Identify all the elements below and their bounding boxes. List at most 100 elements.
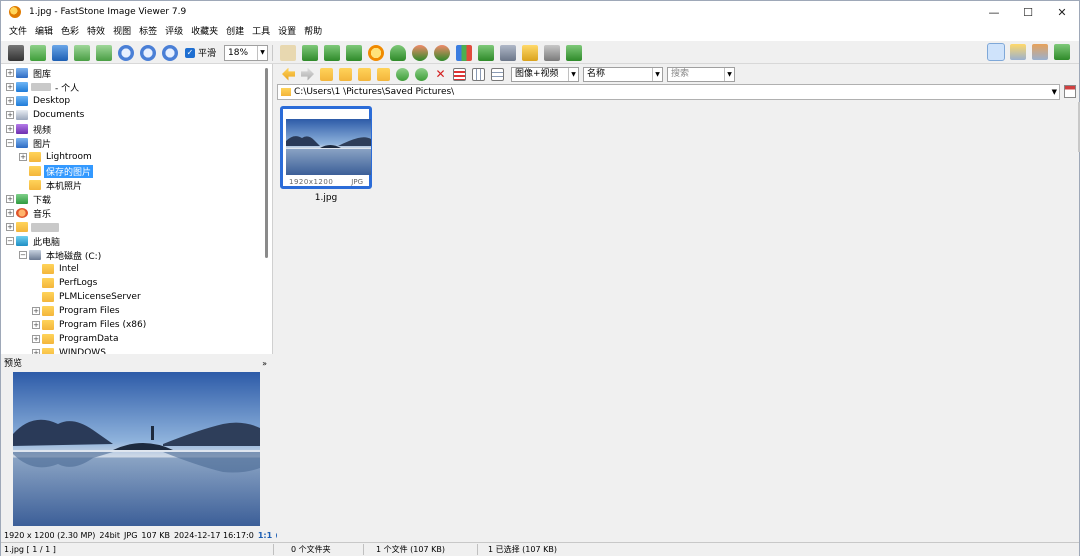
close-button[interactable]: ✕ <box>1045 1 1079 23</box>
expand-toggle-icon[interactable]: + <box>32 321 40 329</box>
rotate-right-icon[interactable] <box>434 44 451 61</box>
menu-help[interactable]: 帮助 <box>300 23 326 41</box>
tree-item[interactable]: PerfLogs <box>32 276 99 290</box>
new-folder-icon[interactable] <box>358 67 371 81</box>
collapse-toggle-icon[interactable]: − <box>6 237 14 245</box>
zoom-in-icon[interactable] <box>118 44 134 61</box>
up-folder-icon[interactable] <box>320 67 333 81</box>
red-eye-icon[interactable] <box>390 44 407 61</box>
menu-color[interactable]: 色彩 <box>57 23 83 41</box>
tree-item[interactable]: + 下载 <box>6 192 53 206</box>
canvas-icon[interactable] <box>346 44 363 61</box>
prev-image-icon[interactable] <box>74 44 90 61</box>
expand-toggle-icon[interactable]: + <box>32 307 40 315</box>
menu-tags[interactable]: 标签 <box>135 23 161 41</box>
expand-toggle-icon[interactable]: + <box>6 195 14 203</box>
smooth-checkbox[interactable]: ✓ <box>185 47 195 58</box>
rotate-left-icon[interactable] <box>412 44 429 61</box>
forward-icon[interactable] <box>301 67 314 81</box>
save-icon[interactable] <box>52 44 68 61</box>
draw-icon[interactable] <box>500 44 517 61</box>
single-view-icon[interactable] <box>1032 44 1048 60</box>
tree-item[interactable]: − 图片 <box>6 136 53 150</box>
actual-size-icon[interactable] <box>162 44 178 61</box>
chevron-down-icon[interactable]: ▼ <box>1052 85 1057 99</box>
tree-item[interactable]: PLMLicenseServer <box>32 290 143 304</box>
expand-toggle-icon[interactable]: + <box>6 97 14 105</box>
collapse-icon[interactable]: » <box>262 357 267 371</box>
collapse-toggle-icon[interactable]: − <box>19 251 27 259</box>
sort-select[interactable]: 名称 ▼ <box>583 66 663 82</box>
detail-view-icon[interactable] <box>1010 44 1026 60</box>
thumbnails-icon[interactable] <box>453 67 466 81</box>
tree-item[interactable]: + Documents <box>6 108 86 122</box>
tree-item[interactable]: + 图库 <box>6 66 53 80</box>
tree-item[interactable]: + <box>6 220 59 234</box>
expand-toggle-icon[interactable]: + <box>19 153 27 161</box>
tree-item[interactable]: + 音乐 <box>6 206 53 220</box>
refresh-icon[interactable] <box>396 67 409 81</box>
expand-toggle-icon[interactable]: + <box>6 125 14 133</box>
favorite-folder-icon[interactable] <box>377 67 390 81</box>
tree-item[interactable]: + - 个人 <box>6 80 81 94</box>
path-bar[interactable]: C:\Users\1 \Pictures\Saved Pictures\ ▼ <box>277 84 1060 100</box>
hand-tool-icon[interactable] <box>280 44 297 61</box>
folder-icon[interactable] <box>339 67 352 81</box>
tree-item[interactable]: − 此电脑 <box>6 234 62 248</box>
calendar-icon[interactable] <box>1064 85 1076 98</box>
menu-effects[interactable]: 特效 <box>83 23 109 41</box>
tree-item[interactable]: Intel <box>32 262 81 276</box>
menu-view[interactable]: 视图 <box>109 23 135 41</box>
collapse-toggle-icon[interactable]: − <box>6 139 14 147</box>
maximize-button[interactable]: ☐ <box>1011 1 1045 23</box>
tree-item[interactable]: 本机照片 <box>19 178 84 192</box>
fullscreen-icon[interactable] <box>1054 44 1070 60</box>
grid-icon[interactable] <box>472 67 485 81</box>
expand-toggle-icon[interactable]: + <box>32 335 40 343</box>
tree-item[interactable]: + Lightroom <box>19 150 94 164</box>
camera-icon[interactable] <box>8 44 24 61</box>
tree-item[interactable]: + WINDOWS <box>32 346 108 354</box>
thumbnail-filename[interactable]: 1.jpg <box>280 193 372 203</box>
slideshow-icon[interactable] <box>478 44 495 61</box>
open-folder-icon[interactable] <box>30 44 46 61</box>
next-image-icon[interactable] <box>96 44 112 61</box>
search-input[interactable]: 搜索 ▼ <box>667 66 735 82</box>
email-icon[interactable] <box>522 44 539 61</box>
filter-select[interactable]: 图像+视频 ▼ <box>511 66 579 82</box>
resize-icon[interactable] <box>324 44 341 61</box>
tree-item[interactable]: + ProgramData <box>32 332 120 346</box>
checkmark-icon[interactable] <box>566 44 583 61</box>
zoom-select[interactable]: 18% ▼ <box>224 44 269 61</box>
print-icon[interactable] <box>544 44 561 61</box>
color-adjust-icon[interactable] <box>368 44 385 61</box>
copy-icon[interactable] <box>415 67 428 81</box>
menu-file[interactable]: 文件 <box>5 23 31 41</box>
crop-icon[interactable] <box>302 44 319 61</box>
tree-scrollbar[interactable] <box>265 68 268 258</box>
list-icon[interactable] <box>491 67 504 81</box>
expand-toggle-icon[interactable]: + <box>6 111 14 119</box>
tree-item[interactable]: + Program Files (x86) <box>32 318 148 332</box>
expand-toggle-icon[interactable]: + <box>6 69 14 77</box>
expand-toggle-icon[interactable]: + <box>6 223 14 231</box>
menu-edit[interactable]: 编辑 <box>31 23 57 41</box>
thumbnail-card[interactable]: 1920x1200 JPG <box>280 106 372 189</box>
menu-favorites[interactable]: 收藏夹 <box>187 23 222 41</box>
menu-settings[interactable]: 设置 <box>274 23 300 41</box>
menu-tools[interactable]: 工具 <box>248 23 274 41</box>
tree-item[interactable]: + Program Files <box>32 304 122 318</box>
tree-item[interactable]: 保存的图片 <box>19 164 94 178</box>
thumbnail-view-icon[interactable] <box>987 43 1005 61</box>
back-icon[interactable] <box>282 67 295 81</box>
menu-create[interactable]: 创建 <box>222 23 248 41</box>
menu-rating[interactable]: 评级 <box>161 23 187 41</box>
expand-toggle-icon[interactable]: + <box>6 209 14 217</box>
zoom-out-icon[interactable] <box>140 44 156 61</box>
histogram-icon[interactable] <box>456 44 473 61</box>
actual-size-button[interactable]: 1:1 <box>258 531 272 540</box>
expand-toggle-icon[interactable]: + <box>32 349 40 354</box>
tree-item[interactable]: + 视频 <box>6 122 53 136</box>
minimize-button[interactable]: — <box>977 1 1011 23</box>
tree-item[interactable]: + Desktop <box>6 94 72 108</box>
